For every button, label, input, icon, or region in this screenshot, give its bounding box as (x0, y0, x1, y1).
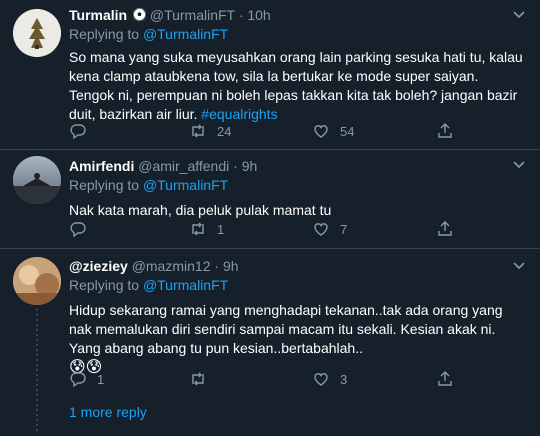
tweet-actions: 1 7 (69, 219, 499, 239)
like-button[interactable]: 3 (312, 369, 347, 389)
tweet-text: So mana yang suka meyusahkan orang lain … (69, 48, 526, 124)
handle[interactable]: @TurmalinFT (150, 7, 235, 23)
share-icon (438, 123, 452, 138)
like-count: 7 (340, 221, 348, 237)
reply-icon (70, 222, 86, 238)
display-name[interactable]: Amirfendi (69, 158, 134, 174)
retweet-button[interactable] (189, 369, 217, 389)
retweet-button[interactable]: 24 (189, 121, 231, 141)
tweet-text: Nak kata marah, dia peluk pulak mamat tu (69, 202, 332, 218)
reply-button[interactable] (69, 121, 97, 141)
timestamp[interactable]: 9h (223, 258, 239, 274)
chevron-down-icon[interactable] (512, 160, 526, 170)
separator-dot: · (210, 258, 223, 274)
heart-icon (314, 373, 328, 386)
heart-icon (314, 223, 328, 236)
share-icon (438, 371, 452, 386)
soccer-ball-icon (132, 7, 146, 21)
tweet-text: Hidup sekarang ramai yang menghadapi tek… (69, 301, 526, 378)
reply-count: 1 (97, 371, 105, 387)
replying-to-line: Replying to @TurmalinFT (69, 25, 526, 44)
turmalin-logo-icon (13, 9, 61, 57)
replying-to-line: Replying to @TurmalinFT (69, 276, 526, 295)
avatar[interactable] (13, 257, 61, 305)
chevron-down-icon[interactable] (512, 10, 526, 20)
avatar-image (13, 156, 61, 204)
share-button[interactable] (436, 369, 454, 389)
like-count: 3 (340, 371, 348, 387)
heart-icon (314, 125, 328, 138)
retweet-button[interactable]: 1 (189, 219, 224, 239)
chevron-down-icon[interactable] (512, 261, 526, 271)
like-button[interactable]: 7 (312, 219, 347, 239)
timestamp[interactable]: 10h (247, 7, 270, 23)
replying-to-line: Replying to @TurmalinFT (69, 176, 526, 195)
tweet-actions: 1 3 (69, 369, 499, 389)
tweet-header: @zieziey @mazmin12 · 9h (69, 257, 526, 276)
replying-to-link[interactable]: @TurmalinFT (143, 26, 228, 42)
tweet-actions: 24 54 (69, 121, 499, 141)
tweet-header: Amirfendi @amir_affendi · 9h (69, 157, 526, 176)
tweet-text-body: Hidup sekarang ramai yang menghadapi tek… (69, 302, 503, 356)
share-button[interactable] (436, 219, 454, 239)
separator-dot: · (234, 7, 248, 23)
tweet-amirfendi[interactable]: Amirfendi @amir_affendi · 9h Replying to… (0, 150, 540, 249)
handle[interactable]: @amir_affendi (138, 158, 229, 174)
like-button[interactable]: 54 (312, 121, 354, 141)
replying-to-link[interactable]: @TurmalinFT (143, 277, 228, 293)
separator-dot: · (229, 158, 242, 174)
reply-button[interactable]: 1 (69, 369, 104, 389)
retweet-icon (192, 372, 204, 386)
tweet-header: Turmalin @TurmalinFT · 10h (69, 6, 526, 25)
display-name[interactable]: Turmalin (69, 7, 127, 23)
avatar-image (13, 257, 61, 305)
share-icon (438, 221, 452, 236)
retweet-count: 24 (217, 123, 232, 139)
replying-to-label: Replying to (69, 177, 143, 193)
retweet-icon (192, 222, 204, 236)
replying-to-label: Replying to (69, 277, 143, 293)
avatar[interactable] (13, 9, 61, 57)
thread-connector (36, 309, 38, 431)
retweet-icon (192, 124, 204, 138)
reply-icon (70, 372, 86, 388)
reply-icon (70, 124, 86, 140)
tweet-text-body: So mana yang suka meyusahkan orang lain … (69, 49, 523, 122)
retweet-count: 1 (217, 221, 225, 237)
tweet-turmalin[interactable]: Turmalin @TurmalinFT · 10h Replying to @… (0, 0, 540, 150)
share-button[interactable] (436, 121, 454, 141)
more-replies-link[interactable]: 1 more reply (69, 404, 147, 420)
replying-to-link[interactable]: @TurmalinFT (143, 177, 228, 193)
avatar[interactable] (13, 156, 61, 204)
reply-button[interactable] (69, 219, 97, 239)
timestamp[interactable]: 9h (242, 158, 258, 174)
handle[interactable]: @mazmin12 (132, 258, 211, 274)
display-name[interactable]: @zieziey (69, 258, 128, 274)
replying-to-label: Replying to (69, 26, 143, 42)
hashtag-link[interactable]: #equalrights (201, 106, 277, 122)
like-count: 54 (340, 123, 355, 139)
